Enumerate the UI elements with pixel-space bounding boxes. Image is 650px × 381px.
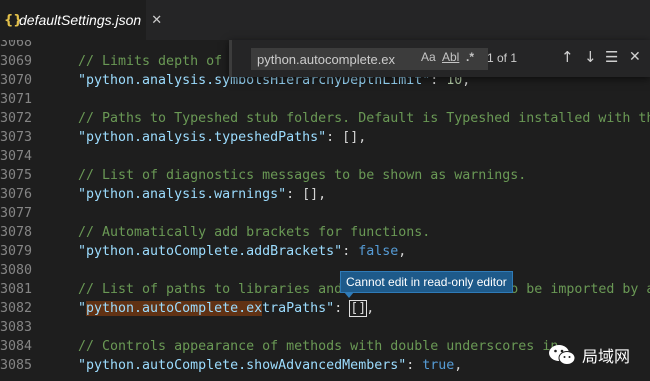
tooltip-arrow (344, 292, 354, 298)
code-line[interactable]: 3071 (0, 90, 650, 109)
code-token: // Paths to Typeshed stub folders. Defau… (78, 111, 650, 126)
line-code: // Controls appearance of methods with d… (78, 337, 558, 356)
code-token: traPaths" (262, 301, 335, 316)
line-number: 3080 (0, 263, 33, 278)
read-only-tooltip: Cannot edit in read-only editor (340, 271, 513, 293)
code-token: "python.analysis.typeshedPaths" (78, 130, 327, 145)
code-line[interactable]: 3078 // Automatically add brackets for fu… (0, 223, 650, 242)
line-number: 3069 (0, 54, 33, 69)
code-token: , (454, 358, 463, 373)
line-number: 3083 (0, 320, 33, 335)
close-find-icon[interactable]: ✕ (629, 49, 641, 65)
code-token: "python.analysis.warnings" (78, 187, 287, 202)
code-token: // Controls appearance of methods with d… (78, 339, 559, 354)
line-number: 3084 (0, 339, 33, 354)
code-token: : (342, 244, 359, 259)
code-line[interactable]: 3082 "python.autoComplete.extraPaths": []… (0, 299, 650, 318)
code-token: : (334, 301, 351, 316)
line-number: 3072 (0, 111, 33, 126)
code-line[interactable]: 3079 "python.autoComplete.addBrackets": f… (0, 242, 650, 261)
code-token: false (358, 244, 399, 259)
previous-match-icon[interactable]: ↑ (561, 48, 574, 66)
code-token: : (406, 358, 423, 373)
line-number: 3075 (0, 168, 33, 183)
line-code: // List of diagnostics messages to be sh… (78, 166, 526, 185)
line-number: 3070 (0, 73, 33, 88)
tab-default-settings[interactable]: {} defaultSettings.json ✕ (0, 0, 162, 40)
code-token: true (422, 358, 455, 373)
code-line[interactable]: 3083 (0, 318, 650, 337)
match-count: 1 of 1 (487, 51, 518, 65)
code-token: "python.autoComplete.addBrackets" (78, 244, 343, 259)
code-line[interactable]: 3075 // List of diagnostics messages to b… (0, 166, 650, 185)
code-token: : [], (286, 187, 327, 202)
wechat-icon (549, 345, 576, 365)
line-number: 3082 (0, 301, 33, 316)
code-line[interactable]: 3074 (0, 147, 650, 166)
code-line[interactable]: 3073 "python.analysis.typeshedPaths": [], (0, 128, 650, 147)
line-number: 3085 (0, 358, 33, 373)
tab-bar: {} defaultSettings.json ✕ (0, 0, 650, 40)
code-editor[interactable]: 3068 3069 // Limits depth of t 3070 "python.… (0, 40, 650, 381)
line-number: 3068 (0, 40, 33, 50)
code-token: [] (349, 300, 368, 317)
tab-title: defaultSettings.json (19, 12, 142, 28)
code-token: // Limits depth of t (78, 54, 239, 69)
line-number: 3079 (0, 244, 33, 259)
code-line[interactable]: 3080 (0, 261, 650, 280)
code-line[interactable]: 3076 "python.analysis.warnings": [], (0, 185, 650, 204)
watermark: 局域网 (548, 340, 648, 370)
next-match-icon[interactable]: ↓ (584, 48, 597, 66)
regex-toggle[interactable]: .* (466, 50, 474, 64)
line-code: // Paths to Typeshed stub folders. Defau… (78, 109, 650, 128)
line-number: 3078 (0, 225, 33, 240)
line-code: "python.analysis.warnings": [], (78, 185, 326, 204)
line-number: 3081 (0, 282, 33, 297)
close-tab-icon[interactable]: ✕ (151, 13, 162, 28)
find-in-selection-icon[interactable]: ☰ (605, 48, 618, 66)
code-token: // List of diagnostics messages to be sh… (78, 168, 527, 183)
code-token: " (78, 301, 87, 316)
find-widget: Aa Abl .* 1 of 1 ↑ ↓ ☰ ✕ (229, 40, 650, 77)
json-file-icon: {} (4, 12, 23, 28)
code-line[interactable]: 3077 (0, 204, 650, 223)
line-number: 3073 (0, 130, 33, 145)
line-number: 3071 (0, 92, 33, 107)
line-code: "python.autoComplete.showAdvancedMembers… (78, 356, 462, 375)
line-number: 3077 (0, 206, 33, 221)
code-token: : [], (326, 130, 367, 145)
code-line[interactable]: 3081// List of paths to libraries and th… (0, 280, 650, 299)
line-code: // Automatically add brackets for functi… (78, 223, 430, 242)
code-token: // Automatically add brackets for functi… (78, 225, 431, 240)
code-line[interactable]: 3072 // Paths to Typeshed stub folders. D… (0, 109, 650, 128)
line-code: "python.analysis.typeshedPaths": [], (78, 128, 366, 147)
code-token: python.autoComplete.ex (86, 301, 263, 316)
line-number: 3076 (0, 187, 33, 202)
watermark-text: 局域网 (582, 347, 631, 366)
line-number: 3074 (0, 149, 33, 164)
line-code: // Limits depth of t (78, 52, 238, 71)
code-token: "python.autoComplete.showAdvancedMembers… (78, 358, 407, 373)
whole-word-toggle[interactable]: Abl (442, 50, 459, 64)
line-code: "python.autoComplete.extraPaths": [], (78, 299, 374, 318)
code-token: , (398, 244, 407, 259)
code-token: , (366, 301, 375, 316)
match-case-toggle[interactable]: Aa (421, 50, 436, 64)
line-code: "python.autoComplete.addBrackets": false… (78, 242, 406, 261)
